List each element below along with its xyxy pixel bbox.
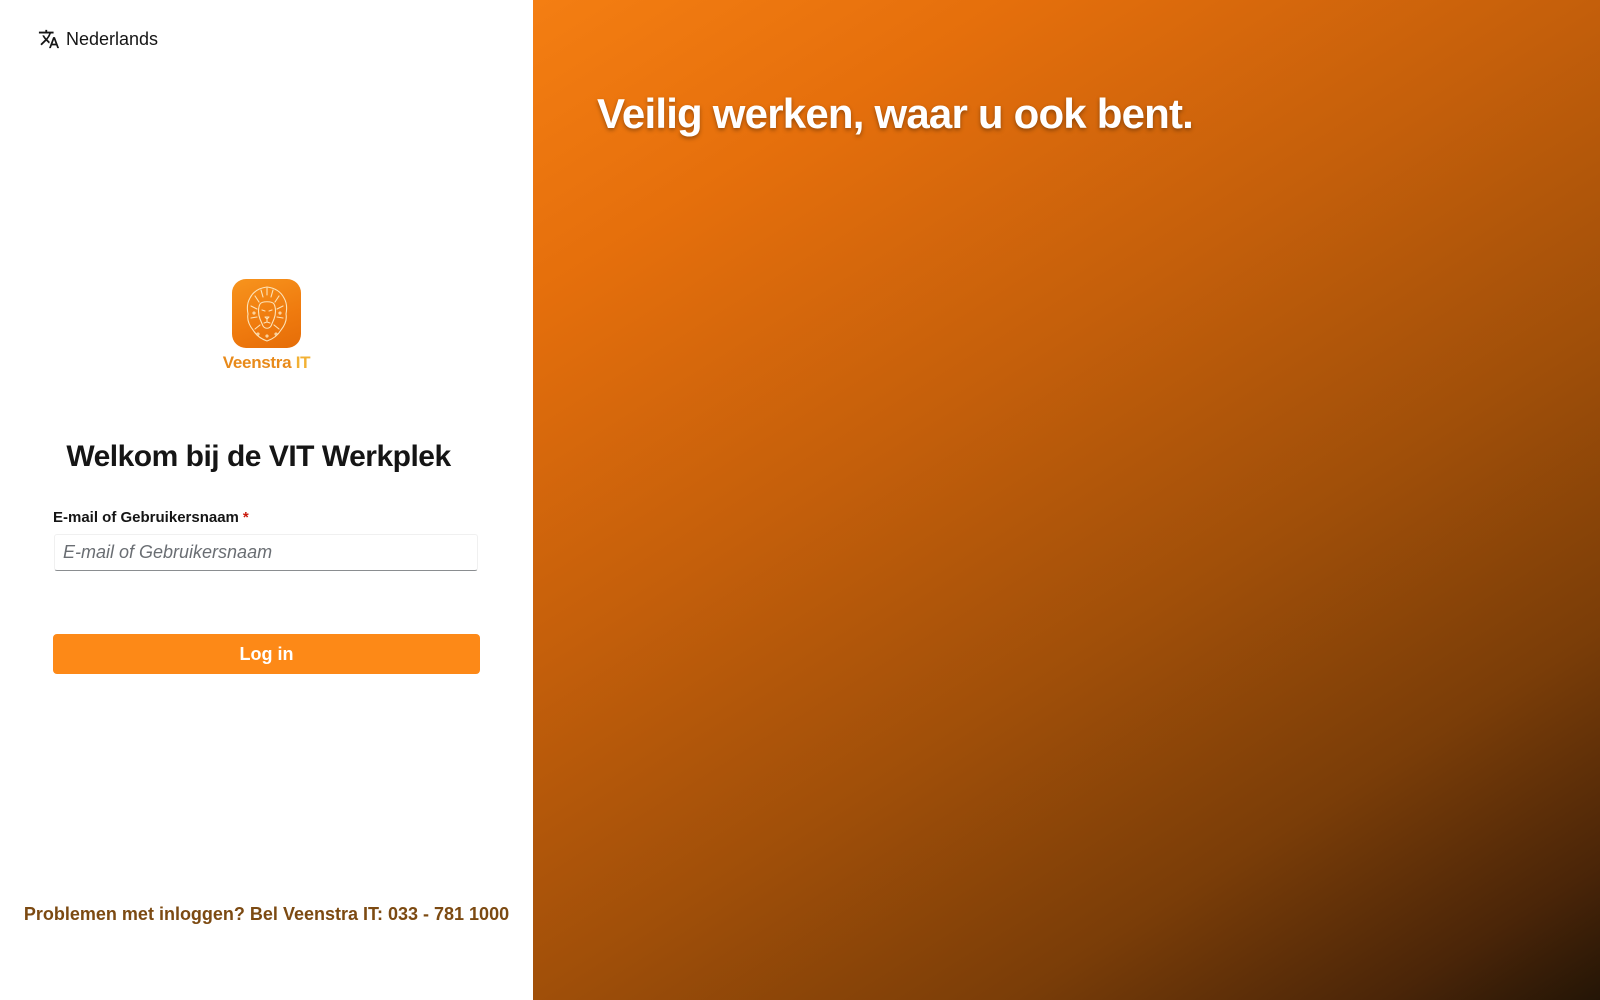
page-title: Welkom bij de VIT Werkplek xyxy=(66,440,451,473)
required-marker: * xyxy=(242,509,249,526)
lion-icon xyxy=(246,285,287,342)
logo-tile xyxy=(232,279,301,348)
translate-icon xyxy=(38,28,60,50)
login-panel: Nederlands Veenstra IT Welkom bij de VIT… xyxy=(0,0,533,1000)
username-label-text: E-mail of Gebruikersnaam xyxy=(53,509,239,526)
language-selector[interactable]: Nederlands xyxy=(38,28,158,50)
brand-suffix: IT xyxy=(295,353,311,372)
brand-wordmark: Veenstra IT xyxy=(222,353,311,373)
help-text: Problemen met inloggen? Bel Veenstra IT:… xyxy=(23,904,510,924)
brand-logo: Veenstra IT xyxy=(0,279,533,373)
login-page: Nederlands Veenstra IT Welkom bij de VIT… xyxy=(0,0,1600,1000)
hero-panel: Veilig werken, waar u ook bent. xyxy=(533,0,1600,1000)
username-label: E-mail of Gebruikersnaam * xyxy=(53,509,249,526)
brand-name: Veenstra xyxy=(222,353,292,372)
login-button[interactable]: Log in xyxy=(53,634,480,674)
username-input[interactable] xyxy=(54,534,478,571)
language-label: Nederlands xyxy=(66,28,159,49)
hero-tagline: Veilig werken, waar u ook bent. xyxy=(597,90,1194,137)
